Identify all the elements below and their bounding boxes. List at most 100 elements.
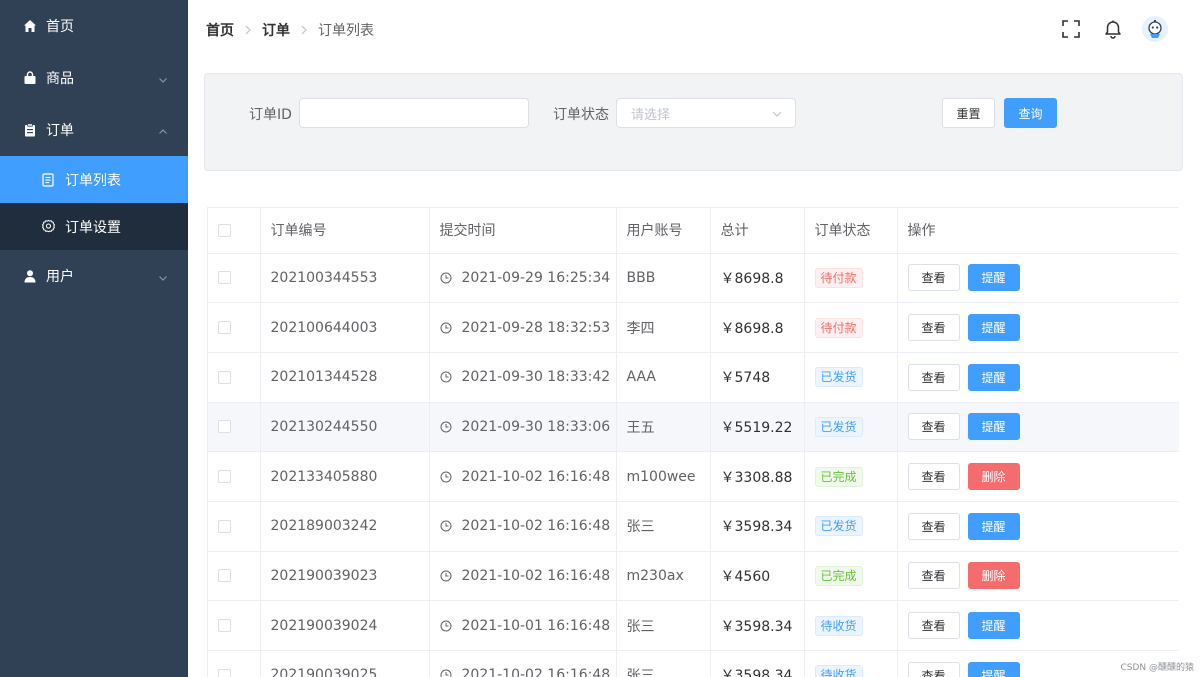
view-button[interactable]: 查看 bbox=[907, 562, 960, 590]
view-button[interactable]: 查看 bbox=[907, 363, 960, 391]
order-id-cell: 202100344553 bbox=[260, 253, 430, 304]
remind-button[interactable]: 提醒 bbox=[967, 661, 1020, 677]
delete-button[interactable]: 删除 bbox=[967, 562, 1020, 590]
view-button[interactable]: 查看 bbox=[907, 661, 960, 677]
chevron-down-icon bbox=[158, 73, 168, 83]
view-button[interactable]: 查看 bbox=[907, 512, 960, 540]
actions-cell: 查看 提醒 bbox=[897, 253, 1179, 304]
order-status-select[interactable]: 请选择 bbox=[616, 98, 796, 128]
row-checkbox[interactable] bbox=[218, 420, 231, 434]
select-all-checkbox[interactable] bbox=[218, 223, 231, 237]
breadcrumb-home[interactable]: 首页 bbox=[206, 20, 234, 40]
clock-icon bbox=[440, 371, 452, 383]
view-button[interactable]: 查看 bbox=[907, 413, 960, 441]
total-cell: ￥3308.88 bbox=[710, 451, 805, 502]
submit-time-cell: 2021-09-29 16:25:34 bbox=[429, 253, 617, 304]
table-row[interactable]: 202189003242 2021-10-02 16:16:48 张三 ￥359… bbox=[208, 501, 1179, 552]
column-header[interactable]: 订单状态 bbox=[804, 208, 898, 254]
view-button[interactable]: 查看 bbox=[907, 314, 960, 342]
sidebar-item-label: 订单设置 bbox=[65, 219, 121, 236]
user-account-cell: 张三 bbox=[616, 600, 711, 651]
table-row[interactable]: 202101344528 2021-09-30 18:33:42 AAA ￥57… bbox=[208, 352, 1179, 403]
remind-button[interactable]: 提醒 bbox=[967, 363, 1020, 391]
chevron-up-icon bbox=[158, 125, 168, 135]
orders-submenu: 订单列表 订单设置 bbox=[0, 156, 188, 250]
status-cell: 待收货 bbox=[804, 600, 898, 651]
avatar[interactable] bbox=[1142, 16, 1168, 42]
sidebar-item-home[interactable]: 首页 bbox=[0, 0, 188, 52]
submit-time-cell: 2021-10-02 16:16:48 bbox=[429, 551, 617, 602]
remind-button[interactable]: 提醒 bbox=[967, 264, 1020, 292]
clock-icon bbox=[440, 570, 452, 582]
delete-button[interactable]: 删除 bbox=[967, 463, 1020, 491]
user-account-cell: 张三 bbox=[616, 650, 711, 677]
submit-time-text: 2021-10-01 16:16:48 bbox=[461, 617, 611, 634]
user-account-cell: 王五 bbox=[616, 402, 711, 453]
sidebar-item-goods[interactable]: 商品 bbox=[0, 52, 188, 104]
column-header[interactable]: 用户账号 bbox=[616, 208, 711, 254]
row-checkbox[interactable] bbox=[218, 370, 231, 384]
table-row[interactable]: 202190039024 2021-10-01 16:16:48 张三 ￥359… bbox=[208, 600, 1179, 651]
row-checkbox[interactable] bbox=[218, 619, 231, 633]
sidebar: 首页 商品 订单 订单列表 订单设置 用户 bbox=[0, 0, 188, 677]
remind-button[interactable]: 提醒 bbox=[967, 314, 1020, 342]
clipboard-icon bbox=[22, 122, 38, 138]
order-id-input[interactable] bbox=[299, 98, 529, 128]
sidebar-item-order-settings[interactable]: 订单设置 bbox=[0, 203, 188, 250]
submit-time-cell: 2021-10-02 16:16:48 bbox=[429, 451, 617, 502]
table-row[interactable]: 202100344553 2021-09-29 16:25:34 BBB ￥86… bbox=[208, 253, 1179, 304]
order-id-cell: 202101344528 bbox=[260, 352, 430, 403]
actions-cell: 查看 提醒 bbox=[897, 600, 1179, 651]
actions-cell: 查看 提醒 bbox=[897, 402, 1179, 453]
fullscreen-icon[interactable] bbox=[1058, 16, 1084, 42]
row-select-cell bbox=[208, 402, 261, 453]
remind-button[interactable]: 提醒 bbox=[967, 512, 1020, 540]
bell-icon[interactable] bbox=[1100, 16, 1126, 42]
chevron-right-icon bbox=[244, 25, 252, 35]
row-checkbox[interactable] bbox=[218, 668, 231, 677]
breadcrumb-orders[interactable]: 订单 bbox=[262, 20, 290, 40]
total-cell: ￥8698.8 bbox=[710, 253, 805, 304]
status-badge: 已完成 bbox=[814, 565, 863, 586]
status-badge: 待收货 bbox=[814, 615, 863, 636]
sidebar-item-orders[interactable]: 订单 bbox=[0, 104, 188, 156]
row-checkbox[interactable] bbox=[218, 271, 231, 285]
total-cell: ￥5519.22 bbox=[710, 402, 805, 453]
table-row[interactable]: 202190039023 2021-10-02 16:16:48 m230ax … bbox=[208, 551, 1179, 602]
row-checkbox[interactable] bbox=[218, 470, 231, 484]
reset-button[interactable]: 重置 bbox=[942, 98, 995, 128]
status-cell: 已发货 bbox=[804, 352, 898, 403]
order-id-cell: 202190039023 bbox=[260, 551, 430, 602]
remind-button[interactable]: 提醒 bbox=[967, 612, 1020, 640]
column-header[interactable]: 总计 bbox=[710, 208, 805, 254]
table-row[interactable]: 202100644003 2021-09-28 18:32:53 李四 ￥869… bbox=[208, 302, 1179, 353]
table-row[interactable]: 202190039025 2021-10-02 16:16:48 张三 ￥359… bbox=[208, 650, 1179, 677]
status-cell: 待收货 bbox=[804, 650, 898, 677]
view-button[interactable]: 查看 bbox=[907, 463, 960, 491]
submit-time-text: 2021-10-02 16:16:48 bbox=[461, 667, 611, 677]
view-button[interactable]: 查看 bbox=[907, 612, 960, 640]
row-select-cell bbox=[208, 451, 261, 502]
sidebar-item-order-list[interactable]: 订单列表 bbox=[0, 156, 188, 203]
column-header[interactable]: 订单编号 bbox=[260, 208, 430, 254]
status-cell: 待付款 bbox=[804, 253, 898, 304]
order-id-cell: 202190039024 bbox=[260, 600, 430, 651]
user-icon bbox=[22, 268, 38, 284]
actions-cell: 查看 提醒 bbox=[897, 302, 1179, 353]
remind-button[interactable]: 提醒 bbox=[967, 413, 1020, 441]
sidebar-item-label: 用户 bbox=[46, 269, 74, 285]
order-id-cell: 202130244550 bbox=[260, 402, 430, 453]
view-button[interactable]: 查看 bbox=[907, 264, 960, 292]
query-button[interactable]: 查询 bbox=[1004, 98, 1057, 128]
table-row[interactable]: 202133405880 2021-10-02 16:16:48 m100wee… bbox=[208, 451, 1179, 502]
column-header[interactable]: 提交时间 bbox=[429, 208, 617, 254]
row-checkbox[interactable] bbox=[218, 569, 231, 583]
table-row[interactable]: 202130244550 2021-09-30 18:33:06 王五 ￥551… bbox=[208, 402, 1179, 453]
bag-icon bbox=[22, 70, 38, 86]
status-badge: 已完成 bbox=[814, 466, 863, 487]
header: 首页 订单 订单列表 bbox=[188, 0, 1200, 60]
document-icon bbox=[40, 172, 56, 188]
row-checkbox[interactable] bbox=[218, 519, 231, 533]
row-checkbox[interactable] bbox=[218, 321, 231, 335]
sidebar-item-users[interactable]: 用户 bbox=[0, 250, 188, 302]
